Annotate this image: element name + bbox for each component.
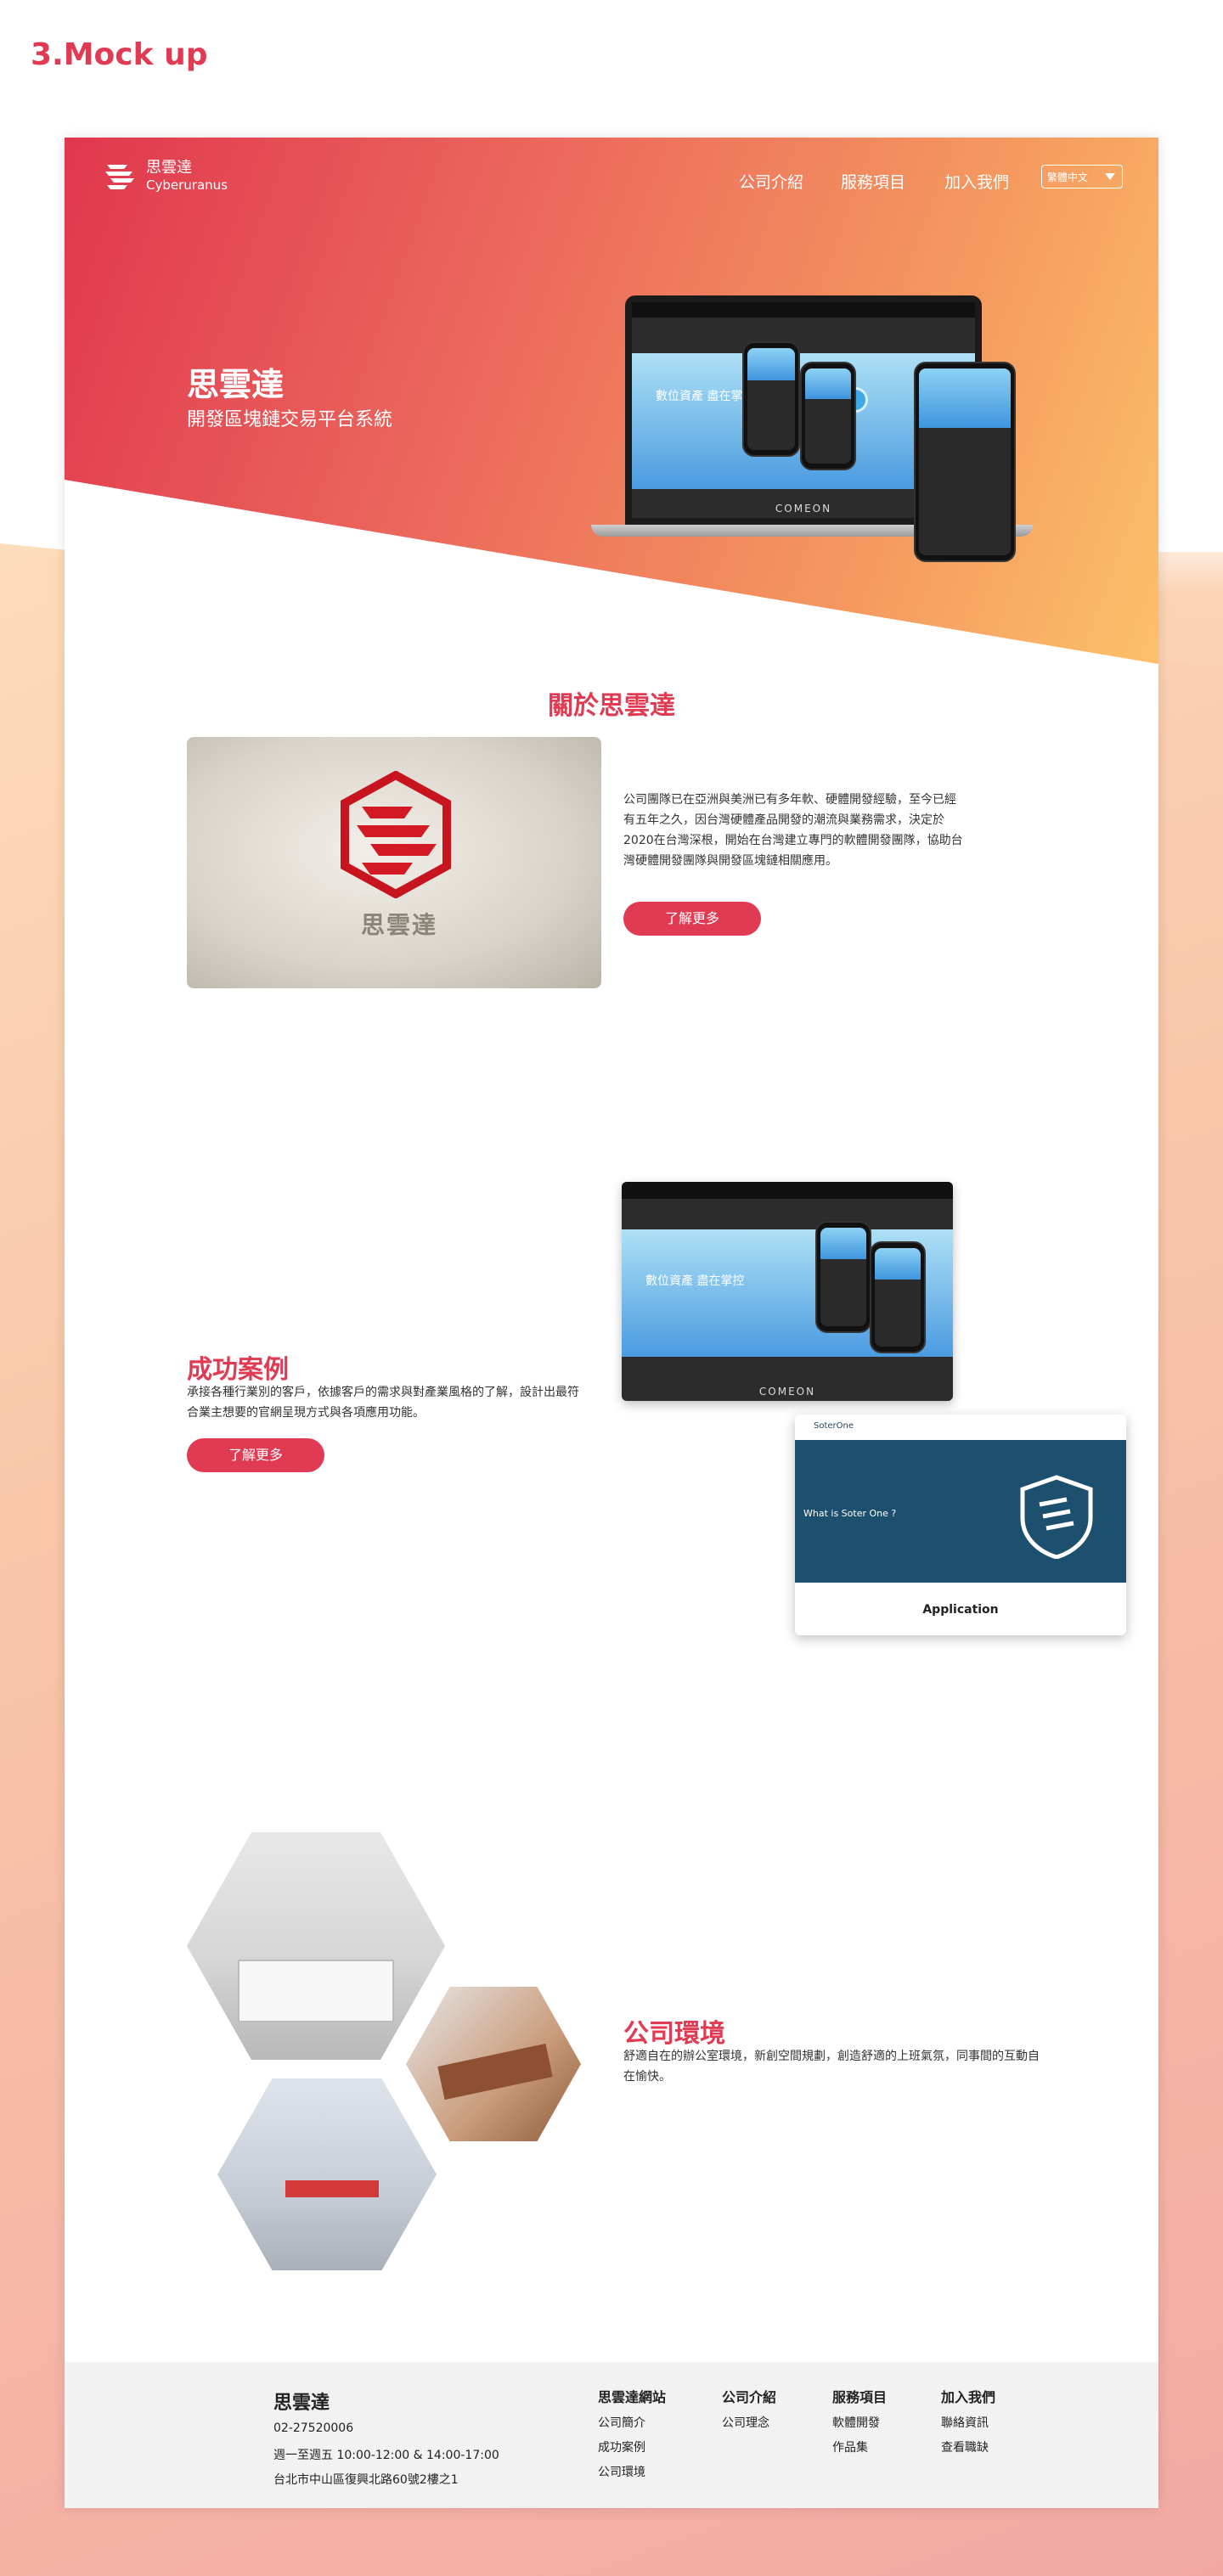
footer-column-services: 服務項目 軟體開發 作品集 (832, 2386, 887, 2461)
phone-mockup (800, 362, 856, 470)
footer-column-join: 加入我們 聯絡資訊 查看職缺 (941, 2386, 995, 2461)
footer: 思雲達 02-27520006 週一至週五 10:00-12:00 & 14:0… (65, 2362, 1158, 2508)
website-mockup: 思雲達 Cyberuranus 公司介紹 服務項目 加入我們 繁體中文 思雲達 … (65, 138, 1158, 2508)
environment-title: 公司環境 (623, 2019, 725, 2049)
cases-more-button[interactable]: 了解更多 (187, 1438, 324, 1472)
logo-sign-icon (341, 771, 451, 898)
footer-link[interactable]: 軟體開發 (832, 2411, 887, 2436)
phone-header (875, 1248, 921, 1280)
phone-mockup (742, 341, 800, 457)
footer-address: 台北市中山區復興北路60號2樓之1 (273, 2473, 459, 2487)
nav-join[interactable]: 加入我們 (944, 170, 1009, 193)
phone-screen (747, 348, 795, 450)
mock-hero: What is Soter One ? (795, 1440, 1126, 1583)
logo-name-cn: 思雲達 (146, 159, 192, 177)
language-value: 繁體中文 (1047, 172, 1089, 183)
nav-services[interactable]: 服務項目 (841, 170, 905, 193)
phone-header (747, 348, 795, 381)
footer-hours: 週一至週五 10:00-12:00 & 14:00-17:00 (273, 2449, 499, 2462)
footer-heading: 加入我們 (941, 2389, 996, 2405)
shield-icon (1020, 1475, 1093, 1559)
footer-column-site: 思雲達網站 公司簡介 成功案例 公司環境 (598, 2386, 666, 2485)
desk (238, 1960, 394, 2022)
meeting-table (437, 2043, 553, 2101)
footer-link[interactable]: 作品集 (832, 2436, 887, 2461)
hero-banner: 思雲達 Cyberuranus 公司介紹 服務項目 加入我們 繁體中文 思雲達 … (65, 138, 1158, 664)
phone-screen (820, 1228, 866, 1326)
hero-subtitle: 開發區塊鏈交易平台系統 (187, 409, 393, 430)
footer-link[interactable]: 公司理念 (722, 2411, 776, 2436)
phone-header (805, 368, 851, 399)
mock-footer-word: COMEON (758, 1386, 816, 1398)
footer-phone: 02-27520006 (273, 2421, 354, 2435)
cases-description: 承接各種行業別的客戶，依據客戶的需求與對產業風格的了解，設計出最符合業主想要的官… (187, 1386, 579, 1420)
footer-company-name: 思雲達 (273, 2393, 330, 2414)
footer-link[interactable]: 成功案例 (598, 2436, 666, 2461)
office-sign-photo: 思雲達 (187, 737, 601, 988)
footer-column-about: 公司介紹 公司理念 (722, 2386, 776, 2436)
footer-heading: 服務項目 (832, 2389, 888, 2405)
language-select[interactable]: 繁體中文 (1041, 165, 1123, 188)
phone-mockup (870, 1241, 926, 1353)
footer-link[interactable]: 聯絡資訊 (941, 2411, 995, 2436)
footer-heading: 思雲達網站 (598, 2389, 667, 2405)
nav-about[interactable]: 公司介紹 (739, 170, 803, 193)
office-photo-3 (217, 2078, 437, 2270)
cases-title: 成功案例 (187, 1355, 289, 1385)
footer-heading: 公司介紹 (722, 2389, 777, 2405)
mock-navbar: SoterOne (795, 1415, 1126, 1441)
office-photo-2 (406, 1987, 581, 2141)
office-photo-1 (187, 1832, 445, 2060)
about-title: 關於思雲達 (548, 691, 675, 721)
mock-topbar (632, 302, 975, 318)
footer-link[interactable]: 公司簡介 (598, 2411, 666, 2436)
phone-mockup (815, 1221, 871, 1333)
phone-screen (805, 368, 851, 464)
footer-link[interactable]: 查看職缺 (941, 2436, 995, 2461)
logo-name-en: Cyberuranus (146, 177, 228, 193)
mock-banner-text: 數位資產 盡在掌控 (656, 390, 755, 403)
mock-topbar (622, 1182, 953, 1199)
red-counter (285, 2180, 379, 2197)
phone-screen (919, 368, 1011, 555)
mock-banner-text: 數位資產 盡在掌控 (645, 1274, 745, 1288)
about-description: 公司團隊已在亞洲與美洲已有多年軟、硬體開發經驗，至今已經有五年之久，因台灣硬體產… (623, 793, 963, 868)
hero-title: 思雲達 (187, 366, 285, 403)
case-screenshot-soterone: SoterOne What is Soter One ? Application (795, 1415, 1126, 1635)
phone-header (820, 1228, 866, 1260)
phone-mockup (914, 362, 1016, 562)
environment-description: 舒適自在的辦公室環境，新創空間規劃，創造舒適的上班氣氛，同事間的互動自在愉快。 (623, 2050, 1040, 2084)
section-heading: 3.Mock up (31, 37, 208, 72)
phone-header (919, 368, 1011, 429)
case-screenshot-comeon: 數位資產 盡在掌控 COMEON (622, 1182, 953, 1401)
sign-text: 思雲達 (361, 911, 438, 939)
mock-brand: SoterOne (814, 1421, 854, 1431)
phone-screen (875, 1248, 921, 1347)
logo[interactable]: 思雲達 Cyberuranus (102, 158, 228, 195)
about-more-button[interactable]: 了解更多 (623, 902, 761, 936)
logo-icon (105, 165, 134, 189)
mock-section-title: Application (922, 1603, 999, 1617)
footer-link[interactable]: 公司環境 (598, 2461, 666, 2485)
mock-hero-heading: What is Soter One ? (803, 1508, 897, 1519)
chevron-down-icon (1105, 173, 1115, 180)
